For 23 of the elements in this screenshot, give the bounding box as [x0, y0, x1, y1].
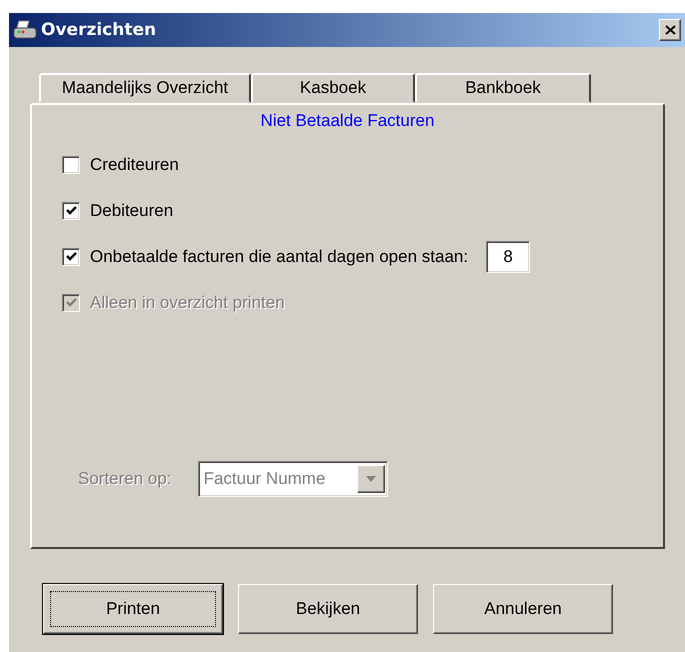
checkbox-label: Onbetaalde facturen die aantal dagen open staan:	[90, 247, 468, 267]
tab[interactable]: Niet Betaalde Facturen	[260, 105, 434, 139]
window-title: Overzichten	[41, 20, 158, 40]
dialog-button[interactable]: Annuleren	[433, 584, 613, 634]
days-field[interactable]: 8	[486, 241, 530, 273]
checkbox[interactable]	[62, 248, 80, 266]
checkbox[interactable]	[62, 202, 80, 220]
close-button[interactable]	[659, 19, 681, 41]
checkbox-label: Debiteuren	[90, 201, 174, 221]
checkbox-label: Crediteuren	[90, 155, 179, 175]
checkbox-label: Alleen in overzicht printen	[90, 293, 285, 313]
tab[interactable]: Maandelijks Overzicht	[39, 73, 251, 103]
tab[interactable]: Kasboek	[251, 73, 415, 103]
printer-icon	[13, 19, 37, 41]
dialog-button[interactable]: Bekijken	[238, 584, 418, 634]
sort-label: Sorteren op:	[78, 469, 172, 489]
tab[interactable]: Bankboek	[415, 73, 591, 103]
checkmark-icon	[66, 252, 76, 262]
checkbox[interactable]	[62, 156, 80, 174]
dialog-button[interactable]: Printen	[43, 584, 223, 634]
checkmark-icon	[66, 206, 76, 216]
checkmark-icon	[66, 298, 76, 308]
close-icon	[664, 25, 676, 35]
